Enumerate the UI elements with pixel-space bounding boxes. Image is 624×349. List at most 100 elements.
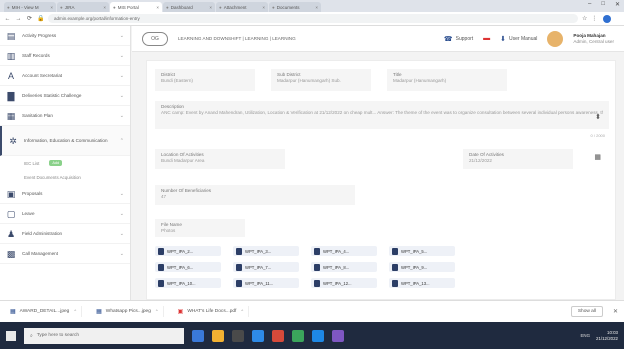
- download-item[interactable]: ▦ Whatsapp Pics...jpeg ⌃: [92, 306, 164, 317]
- location-field[interactable]: Location Of Activities Bundi Madarpur Ar…: [155, 149, 285, 169]
- browser-tab[interactable]: ● Dashboard ×: [163, 2, 215, 12]
- user-info[interactable]: Pooja Mahajan Admin, Central user: [573, 33, 614, 45]
- sidebar-item[interactable]: ▇ Deliveries Statistic Challenge ⌄: [0, 86, 130, 106]
- calendar-icon[interactable]: ▦: [594, 153, 601, 161]
- chevron-down-icon[interactable]: ⌄: [120, 191, 124, 197]
- download-icon: ⬇: [500, 35, 507, 43]
- close-downloads-icon[interactable]: ✕: [613, 308, 618, 315]
- show-all-button[interactable]: Show all: [570, 306, 603, 317]
- tray-language[interactable]: ENG: [581, 333, 591, 338]
- chevron-up-icon[interactable]: ⌃: [155, 309, 159, 315]
- sidebar-item[interactable]: ▦ Sanitation Plan ⌄: [0, 106, 130, 126]
- sidebar-item[interactable]: ▩ Call Management ⌄: [0, 244, 130, 264]
- sidebar-subitem[interactable]: IEC List Add: [0, 156, 130, 170]
- taskbar-app-icon[interactable]: [292, 329, 304, 342]
- extensions-icon[interactable]: ⋮: [591, 15, 597, 22]
- district-field[interactable]: District Bundi (Eastern): [155, 69, 255, 91]
- user-manual-button[interactable]: ⬇ User Manual: [500, 35, 537, 43]
- chevron-down-icon[interactable]: ⌄: [120, 93, 124, 99]
- sidebar-item[interactable]: ▣ Proposals ⌄: [0, 184, 130, 204]
- title-field[interactable]: Title Madarpur (Hanumangarh): [387, 69, 507, 91]
- attachment-chip[interactable]: WPT_IPA_12...: [311, 278, 377, 288]
- sidebar-item-label: Call Management: [22, 250, 59, 256]
- taskbar-app-icon[interactable]: [232, 329, 244, 342]
- browser-tab[interactable]: ● Documents ×: [269, 2, 321, 12]
- reload-icon[interactable]: ⟳: [26, 15, 33, 22]
- beneficiaries-field[interactable]: Number Of Beneficiaries 47: [155, 185, 355, 205]
- taskbar-app-icon[interactable]: [192, 329, 204, 342]
- attachment-chip[interactable]: WPT_IPA_5...: [389, 246, 455, 256]
- date-field[interactable]: Date Of Activities 21/12/2022: [463, 149, 573, 169]
- chevron-down-icon[interactable]: ⌄: [120, 73, 124, 79]
- browser-tab[interactable]: ● MIH - View M ×: [4, 2, 56, 12]
- beneficiaries-value: 47: [161, 194, 167, 199]
- chevron-down-icon[interactable]: ⌄: [120, 113, 124, 119]
- taskbar-app-icon[interactable]: [332, 329, 344, 342]
- sub-district-field[interactable]: Sub District Madarpur (Hanumangarh) Sub.: [271, 69, 371, 91]
- chevron-up-icon[interactable]: ⌃: [240, 309, 244, 315]
- app-logo[interactable]: OG: [142, 31, 168, 46]
- taskbar-app-icon[interactable]: [272, 329, 284, 342]
- close-tab-icon[interactable]: ×: [315, 5, 318, 10]
- chevron-up-icon[interactable]: ⌃: [73, 309, 77, 315]
- taskbar-app-icon[interactable]: [212, 329, 224, 342]
- attachment-chip[interactable]: WPT_IPA_11...: [233, 278, 299, 288]
- resize-grip-icon[interactable]: ⬍: [595, 113, 601, 121]
- close-tab-icon[interactable]: ×: [50, 5, 53, 10]
- browser-profile-avatar[interactable]: [603, 14, 612, 23]
- download-name: Whatsapp Pics...jpeg: [105, 309, 151, 314]
- browser-tab[interactable]: ● JIRA ×: [57, 2, 109, 12]
- notification-icon[interactable]: ▬: [483, 35, 490, 42]
- sidebar-subitem[interactable]: Event Documents Acquisition: [0, 170, 130, 184]
- attachment-chip[interactable]: WPT_IPA_3...: [233, 246, 299, 256]
- sidebar-item[interactable]: ♟ Field Administration ⌄: [0, 224, 130, 244]
- back-icon[interactable]: ←: [4, 16, 11, 22]
- favicon-icon: ●: [272, 4, 275, 10]
- avatar[interactable]: [547, 30, 564, 47]
- chevron-down-icon[interactable]: ⌄: [120, 251, 124, 257]
- lock-icon[interactable]: 🔒: [37, 15, 44, 22]
- attachment-chip[interactable]: WPT_IPA_7...: [233, 262, 299, 272]
- chevron-down-icon[interactable]: ⌄: [120, 231, 124, 237]
- chevron-up-icon[interactable]: ⌃: [120, 138, 124, 144]
- chevron-down-icon[interactable]: ⌄: [120, 211, 124, 217]
- attachment-chip[interactable]: WPT_IPA_9...: [389, 262, 455, 272]
- attachment-chip[interactable]: WPT_IPA_8...: [311, 262, 377, 272]
- taskbar-app-icon[interactable]: [252, 329, 264, 342]
- close-tab-icon[interactable]: ×: [209, 5, 212, 10]
- download-item[interactable]: ▣ WHAT's Life Docs...pdf ⌃: [174, 306, 250, 317]
- attachment-chip[interactable]: WPT_IPA_2...: [155, 246, 221, 256]
- download-item[interactable]: ▦ AWARD_DETAIL...jpeg ⌃: [6, 306, 83, 317]
- close-window-button[interactable]: ✕: [615, 1, 620, 8]
- forward-icon[interactable]: →: [15, 16, 22, 22]
- folder-icon: ▣: [6, 188, 16, 199]
- support-button[interactable]: ☎ Support: [444, 35, 473, 43]
- taskbar-search[interactable]: ⌕ Type here to search: [24, 327, 184, 344]
- windows-start-icon[interactable]: [6, 330, 16, 341]
- chevron-down-icon[interactable]: ⌄: [120, 33, 124, 39]
- bookmark-star-icon[interactable]: ☆: [582, 15, 587, 22]
- file-name-field[interactable]: File Name Photos: [155, 219, 245, 237]
- close-tab-icon[interactable]: ×: [103, 5, 106, 10]
- attachment-grid: WPT_IPA_2... WPT_IPA_3... WPT_IPA_4... WPT_…: [155, 246, 605, 288]
- clock[interactable]: 10:03 21/12/2022: [596, 330, 618, 342]
- url-input[interactable]: admin.example.org/portal/information-ent…: [48, 14, 578, 23]
- sidebar-item[interactable]: ▢ Leave ⌄: [0, 204, 130, 224]
- attachment-chip[interactable]: WPT_IPA_10...: [155, 278, 221, 288]
- maximize-button[interactable]: □: [601, 1, 605, 8]
- minimize-button[interactable]: –: [588, 1, 591, 8]
- sidebar-item[interactable]: ▥ Staff Records ⌄: [0, 46, 130, 66]
- attachment-chip[interactable]: WPT_IPA_13...: [389, 278, 455, 288]
- description-field[interactable]: Description ANC camp: Event by Anand Mah…: [155, 101, 609, 129]
- attachment-chip[interactable]: WPT_IPA_4...: [311, 246, 377, 256]
- attachment-chip[interactable]: WPT_IPA_6...: [155, 262, 221, 272]
- sidebar-item[interactable]: ▤ Activity Progress ⌄: [0, 26, 130, 46]
- sidebar-item[interactable]: A Account Secretariat ⌄: [0, 66, 130, 86]
- browser-tab[interactable]: ● Attachment ×: [216, 2, 268, 12]
- close-tab-icon[interactable]: ×: [156, 5, 159, 10]
- browser-tab[interactable]: ● MIS Portal ×: [110, 2, 162, 12]
- taskbar-app-icon[interactable]: [312, 329, 324, 342]
- sidebar-item[interactable]: ✲ Information, Education & Communication ⌃: [0, 126, 130, 156]
- close-tab-icon[interactable]: ×: [262, 5, 265, 10]
- chevron-down-icon[interactable]: ⌄: [120, 53, 124, 59]
